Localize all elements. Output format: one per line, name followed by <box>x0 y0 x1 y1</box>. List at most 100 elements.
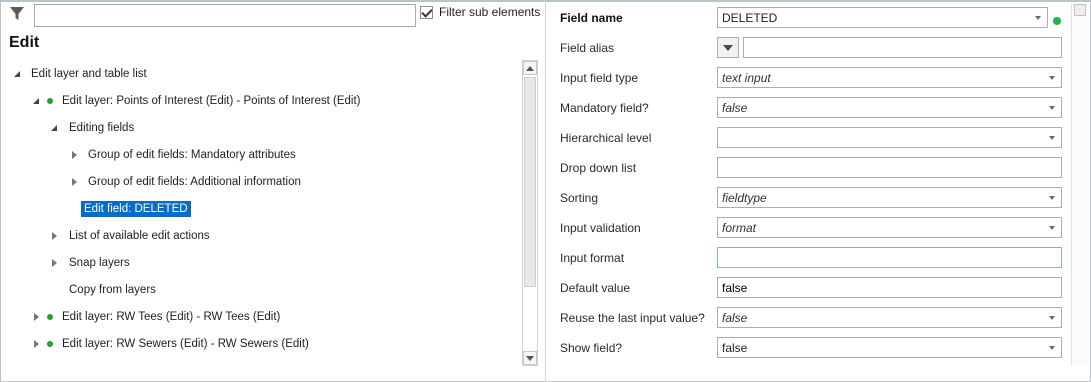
filter-sub-elements-toggle[interactable]: Filter sub elements <box>420 5 540 19</box>
tree-label[interactable]: Edit layer and table list <box>28 66 150 82</box>
prop-row-default-value: Default value false <box>547 273 1067 303</box>
tree-label[interactable]: List of available edit actions <box>66 228 213 244</box>
input-format-input[interactable] <box>717 247 1062 268</box>
tree-label[interactable]: Edit layer: RW Tees (Edit) - RW Tees (Ed… <box>59 309 283 325</box>
tree-node[interactable]: Edit layer: RW Tees (Edit) - RW Tees (Ed… <box>31 306 283 328</box>
prop-row-drop-down-list: Drop down list <box>547 153 1067 183</box>
input-validation-select[interactable]: format <box>717 217 1062 238</box>
expanded-arrow-icon[interactable] <box>12 69 22 79</box>
filter-input[interactable] <box>34 4 416 27</box>
tree-node[interactable]: Group of edit fields: Mandatory attribut… <box>69 144 299 166</box>
panel-title: Edit <box>9 34 40 51</box>
input-format-label: Input format <box>560 251 625 265</box>
tree-label[interactable]: Group of edit fields: Additional informa… <box>85 174 304 190</box>
default-value-label: Default value <box>560 281 631 295</box>
tree-node[interactable]: Editing fields <box>49 117 137 139</box>
chevron-down-icon[interactable] <box>1047 193 1057 203</box>
sorting-select[interactable]: fieldtype <box>717 187 1062 208</box>
tree-label[interactable]: Group of edit fields: Mandatory attribut… <box>85 147 299 163</box>
mandatory-field-select[interactable]: false <box>717 97 1062 118</box>
prop-row-sorting: Sorting fieldtype <box>547 183 1067 213</box>
chevron-down-icon[interactable] <box>1047 73 1057 83</box>
prop-row-input-format: Input format <box>547 243 1067 273</box>
tree-label[interactable]: Copy from layers <box>66 282 159 298</box>
status-dot-icon <box>1053 17 1061 25</box>
filter-sub-elements-label: Filter sub elements <box>439 5 541 19</box>
tree-node[interactable]: List of available edit actions <box>49 225 213 247</box>
tree-node[interactable]: Edit layer and table list <box>12 63 150 85</box>
prop-row-field-alias: Field alias <box>547 33 1067 63</box>
reuse-last-input-label: Reuse the last input value? <box>560 311 705 325</box>
collapsed-arrow-icon[interactable] <box>69 150 79 160</box>
field-name-value: DELETED <box>722 10 778 25</box>
chevron-down-icon[interactable] <box>1047 103 1057 113</box>
scroll-down-button[interactable] <box>523 351 537 365</box>
scroll-thumb[interactable] <box>524 77 536 287</box>
prop-row-input-validation: Input validation format <box>547 213 1067 243</box>
scroll-up-button[interactable] <box>523 61 537 75</box>
tree-node[interactable]: Snap layers <box>49 252 133 274</box>
chevron-down-icon[interactable] <box>1047 313 1057 323</box>
filter-sub-elements-checkbox[interactable] <box>420 5 433 19</box>
drop-down-list-input[interactable] <box>717 157 1062 178</box>
collapsed-arrow-icon[interactable] <box>49 231 59 241</box>
collapsed-arrow-icon[interactable] <box>31 339 41 349</box>
properties-scrollbar[interactable] <box>1071 4 1087 366</box>
status-dot-icon <box>47 314 53 320</box>
chevron-down-icon[interactable] <box>1047 133 1057 143</box>
chevron-down-icon[interactable] <box>1047 223 1057 233</box>
default-value-value: false <box>722 280 748 295</box>
chevron-down-icon[interactable] <box>1033 13 1043 23</box>
panel-splitter[interactable] <box>545 0 546 382</box>
chevron-down-icon[interactable] <box>1047 343 1057 353</box>
reuse-last-input-select[interactable]: false <box>717 307 1062 328</box>
properties-panel: Field name DELETED Field alias Input fie… <box>547 0 1091 382</box>
tree-label[interactable]: Edit layer: RW Sewers (Edit) - RW Sewers… <box>59 336 312 352</box>
sorting-value: fieldtype <box>722 190 767 205</box>
status-dot-icon <box>47 98 53 104</box>
drop-down-list-label: Drop down list <box>560 161 637 175</box>
collapsed-arrow-icon[interactable] <box>49 258 59 268</box>
mandatory-field-label: Mandatory field? <box>560 101 649 115</box>
tree-node[interactable]: Group of edit fields: Additional informa… <box>69 171 304 193</box>
sorting-label: Sorting <box>560 191 599 205</box>
input-validation-label: Input validation <box>560 221 641 235</box>
hierarchical-level-label: Hierarchical level <box>560 131 652 145</box>
funnel-icon[interactable] <box>9 6 25 22</box>
status-dot-icon <box>47 341 53 347</box>
expanded-arrow-icon[interactable] <box>49 123 59 133</box>
mandatory-field-value: false <box>722 100 748 115</box>
prop-row-reuse-last-input: Reuse the last input value? false <box>547 303 1067 333</box>
prop-row-show-field: Show field? false <box>547 333 1067 363</box>
input-field-type-select[interactable]: text input <box>717 67 1062 88</box>
field-name-select[interactable]: DELETED <box>717 7 1048 28</box>
input-field-type-value: text input <box>722 70 771 85</box>
edit-tree: Edit layer and table list Edit layer: Poi… <box>0 60 520 368</box>
tree-label[interactable]: Snap layers <box>66 255 133 271</box>
collapsed-arrow-icon[interactable] <box>31 312 41 322</box>
tree-node[interactable]: Edit layer: Points of Interest (Edit) - … <box>31 90 363 112</box>
collapsed-arrow-icon[interactable] <box>69 177 79 187</box>
tree-label[interactable]: Edit layer: Points of Interest (Edit) - … <box>59 93 363 109</box>
properties-scroll-button[interactable] <box>1074 4 1086 16</box>
field-name-label: Field name <box>560 11 623 25</box>
tree-scrollbar[interactable] <box>522 60 538 366</box>
show-field-value: false <box>722 340 748 355</box>
input-field-type-label: Input field type <box>560 71 639 85</box>
reuse-last-input-value: false <box>722 310 748 325</box>
field-alias-input[interactable] <box>743 37 1062 58</box>
hierarchical-level-select[interactable] <box>717 127 1062 148</box>
prop-row-mandatory: Mandatory field? false <box>547 93 1067 123</box>
show-field-select[interactable]: false <box>717 337 1062 358</box>
tree-node[interactable]: Edit field: DELETED <box>69 198 191 220</box>
default-value-input[interactable]: false <box>717 277 1062 298</box>
tree-node[interactable]: Copy from layers <box>49 279 159 301</box>
selected-tree-label[interactable]: Edit field: DELETED <box>81 201 191 217</box>
edit-tree-panel: Filter sub elements Edit Edit layer and … <box>0 0 546 382</box>
tree-label[interactable]: Editing fields <box>66 120 137 136</box>
prop-row-input-field-type: Input field type text input <box>547 63 1067 93</box>
expanded-arrow-icon[interactable] <box>31 96 41 106</box>
tree-node[interactable]: Edit layer: RW Sewers (Edit) - RW Sewers… <box>31 333 312 355</box>
alias-dropdown-button[interactable] <box>717 37 739 58</box>
